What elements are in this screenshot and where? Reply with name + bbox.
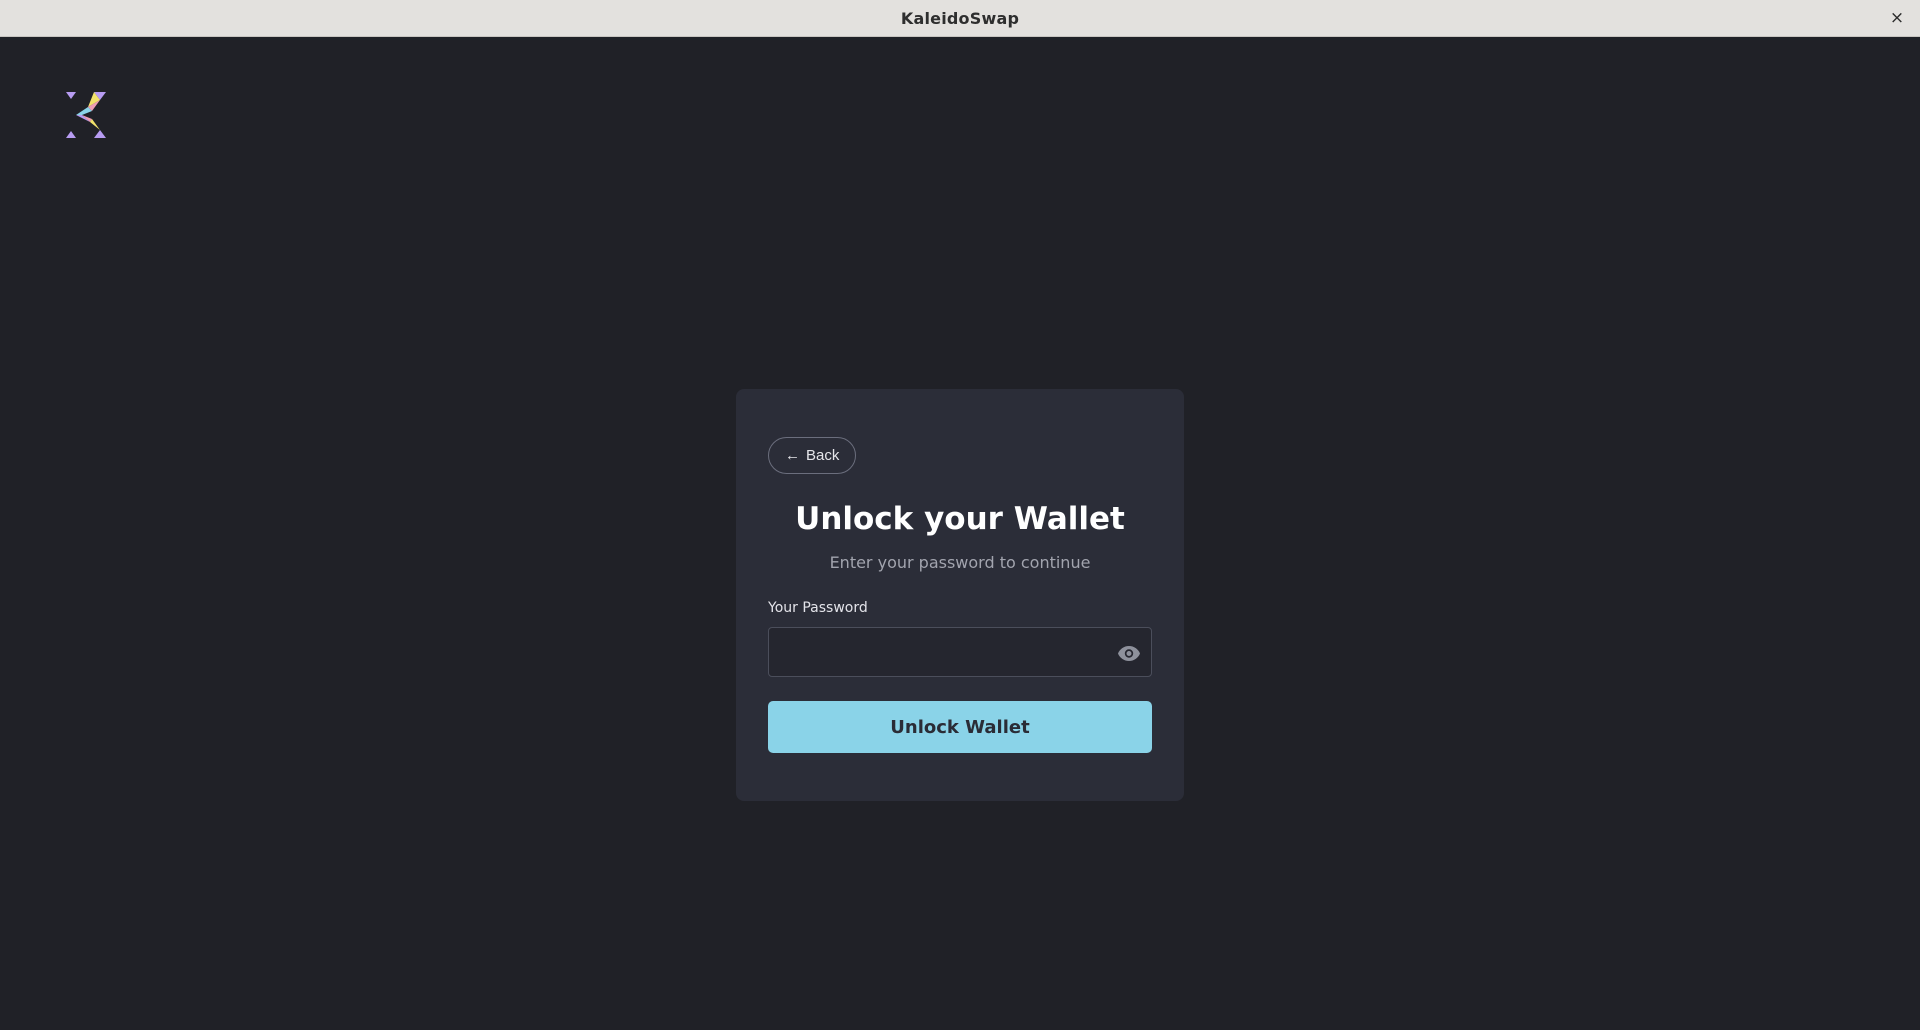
password-label: Your Password — [768, 600, 868, 616]
password-field-wrapper — [768, 627, 1152, 677]
page-subtitle: Enter your password to continue — [829, 553, 1091, 572]
back-label: Back — [806, 447, 840, 464]
window-titlebar: KaleidoSwap × — [0, 0, 1920, 37]
window-title: KaleidoSwap — [900, 8, 1020, 28]
arrow-left-icon: ← — [785, 447, 800, 464]
back-button[interactable]: ← Back — [768, 437, 857, 474]
unlock-card: ← Back Unlock your Wallet Enter your pas… — [736, 389, 1184, 801]
page-title: Unlock your Wallet — [795, 501, 1125, 537]
kaleidoswap-logo — [66, 92, 106, 138]
password-input[interactable] — [769, 628, 1151, 676]
eye-icon[interactable] — [1117, 641, 1141, 665]
app-content: ← Back Unlock your Wallet Enter your pas… — [0, 37, 1920, 1030]
close-icon[interactable]: × — [1886, 7, 1908, 29]
unlock-wallet-button[interactable]: Unlock Wallet — [768, 701, 1152, 753]
